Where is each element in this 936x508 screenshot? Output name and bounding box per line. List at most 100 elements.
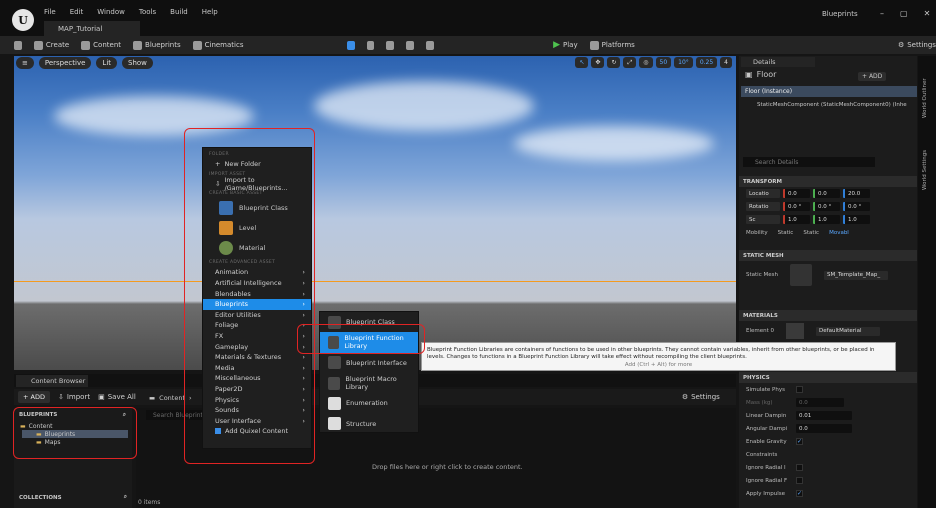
physics-row: Linear Dampin 0.01: [739, 409, 917, 422]
location-row: Locatio 0.0 0.0 20.0: [739, 187, 917, 200]
folder-icon: ▬: [149, 394, 156, 402]
menu-build[interactable]: Build: [170, 8, 188, 16]
ignore-radial-force-checkbox[interactable]: [796, 477, 803, 484]
foliage-mode-icon[interactable]: [386, 40, 395, 50]
grid-snap-button[interactable]: 50: [655, 57, 672, 68]
drop-hint: Drop files here or right click to create…: [372, 463, 523, 471]
material-thumbnail[interactable]: [786, 323, 805, 339]
menu-file[interactable]: File: [44, 8, 56, 16]
menu-window[interactable]: Window: [97, 8, 125, 16]
translate-tool-icon[interactable]: ✥: [591, 57, 605, 68]
details-add-button[interactable]: + ADD: [858, 72, 887, 81]
unreal-logo-icon[interactable]: U: [12, 9, 34, 31]
ignore-radial-impulse-checkbox[interactable]: [796, 464, 803, 471]
content-browser-tab[interactable]: Content Browser: [16, 375, 88, 387]
save-all-button[interactable]: ▣ Save All: [98, 393, 136, 401]
lit-button[interactable]: Lit: [96, 57, 118, 69]
tooltip-hint: Add (Ctrl + Alt) for more: [624, 362, 693, 368]
viewport-menu-button[interactable]: ≡: [16, 57, 34, 69]
material-element-row: Element 0 DefaultMaterial: [739, 321, 917, 341]
physics-row: Constraints: [746, 451, 778, 458]
collections-header[interactable]: COLLECTIONS ⌕: [19, 494, 127, 501]
component-row[interactable]: StaticMeshComponent (StaticMeshComponent…: [757, 102, 907, 108]
annotation-box-blueprints-folder: [13, 407, 137, 459]
annotation-box-function-library: [297, 324, 425, 354]
platforms-icon: [589, 40, 599, 50]
submenu-structure[interactable]: Structure: [320, 413, 418, 433]
play-icon: ▶: [553, 40, 561, 50]
world-space-icon[interactable]: ◎: [639, 57, 653, 68]
materials-section: MATERIALS Element 0 DefaultMaterial: [739, 310, 917, 341]
menu-help[interactable]: Help: [202, 8, 218, 16]
angle-snap-button[interactable]: 10°: [674, 57, 693, 68]
world-outliner-tab[interactable]: World Outliner: [922, 78, 928, 118]
macro-library-icon: [328, 376, 341, 390]
static-mesh-header[interactable]: STATIC MESH: [739, 250, 917, 261]
instance-row[interactable]: Floor (Instance): [741, 86, 917, 97]
minimize-button[interactable]: –: [880, 9, 884, 18]
world-settings-tab[interactable]: World Settings: [922, 150, 928, 190]
details-title: ▣ Floor: [745, 70, 777, 79]
annotation-box-context-menu: [184, 128, 315, 464]
gear-icon: ⚙: [897, 41, 905, 49]
enable-gravity-checkbox[interactable]: ✓: [796, 438, 803, 445]
close-button[interactable]: ✕: [924, 9, 931, 18]
content-button[interactable]: Content: [81, 40, 121, 50]
cloud: [314, 81, 534, 131]
transform-section: TRANSFORM Locatio 0.0 0.0 20.0 Rotatio 0.0 °…: [739, 176, 917, 239]
import-button[interactable]: ⇩ Import: [58, 393, 90, 401]
details-search-input[interactable]: Search Details: [743, 157, 875, 167]
mesh-paint-mode-icon[interactable]: [406, 40, 415, 50]
cb-settings-button[interactable]: ⚙ Settings: [682, 393, 720, 401]
breadcrumb-content[interactable]: Content: [159, 394, 185, 402]
submenu-blueprint-interface[interactable]: Blueprint Interface: [320, 353, 418, 373]
select-tool-icon[interactable]: ↖: [575, 57, 589, 68]
submenu-enumeration[interactable]: Enumeration: [320, 393, 418, 413]
materials-header[interactable]: MATERIALS: [739, 310, 917, 321]
structure-icon: [328, 417, 341, 431]
static-mesh-row: Static Mesh SM_Template_Map_: [739, 261, 917, 289]
modeling-mode-icon[interactable]: [426, 40, 435, 50]
maximize-button[interactable]: ▢: [900, 9, 908, 18]
camera-speed-button[interactable]: 4: [720, 57, 732, 68]
select-mode-icon[interactable]: [346, 40, 355, 50]
save-icon[interactable]: [14, 40, 22, 50]
project-name: Blueprints: [822, 10, 858, 18]
perspective-button[interactable]: Perspective: [38, 57, 92, 69]
physics-header[interactable]: PHYSICS: [739, 372, 917, 383]
physics-row: Enable Gravity ✓: [746, 438, 803, 445]
tooltip-text: Blueprint Function Libraries are contain…: [427, 347, 875, 360]
rotate-tool-icon[interactable]: ↻: [607, 57, 621, 68]
submenu-blueprint-macro-library[interactable]: Blueprint Macro Library: [320, 373, 418, 393]
landscape-mode-icon[interactable]: [366, 40, 375, 50]
play-button[interactable]: ▶ Play: [553, 40, 578, 50]
viewport-options-bar: ≡ Perspective Lit Show: [16, 57, 153, 69]
menu-edit[interactable]: Edit: [70, 8, 84, 16]
physics-row: Simulate Phys: [739, 383, 917, 396]
create-button[interactable]: Create: [33, 40, 69, 50]
scale-snap-button[interactable]: 0.25: [695, 57, 718, 68]
scale-tool-icon[interactable]: ⤢: [623, 57, 637, 68]
platforms-button[interactable]: Platforms: [589, 40, 635, 50]
simulate-physics-checkbox[interactable]: [796, 386, 803, 393]
scale-row: Sc 1.0 1.0 1.0: [739, 213, 917, 226]
search-icon[interactable]: ⌕: [124, 494, 127, 501]
cinematics-button[interactable]: Cinematics: [192, 40, 243, 50]
cinematics-icon: [192, 40, 202, 50]
mesh-thumbnail[interactable]: [789, 264, 812, 286]
details-tab[interactable]: Details: [741, 57, 815, 67]
settings-button[interactable]: ⚙ Settings: [898, 41, 936, 49]
map-tab[interactable]: MAP_Tutorial: [44, 21, 140, 36]
content-icon: [81, 40, 91, 50]
add-button[interactable]: + ADD: [18, 391, 50, 403]
selection-outline: [14, 281, 736, 282]
right-sidebar: World Outliner World Settings: [918, 56, 936, 508]
enumeration-icon: [328, 396, 341, 410]
blueprints-button[interactable]: Blueprints: [133, 40, 181, 50]
create-icon: [33, 40, 43, 50]
show-button[interactable]: Show: [122, 57, 153, 69]
apply-impulse-checkbox[interactable]: ✓: [796, 490, 803, 497]
physics-row: Ignore Radial I: [739, 461, 917, 474]
transform-header[interactable]: TRANSFORM: [739, 176, 917, 187]
menu-tools[interactable]: Tools: [139, 8, 156, 16]
